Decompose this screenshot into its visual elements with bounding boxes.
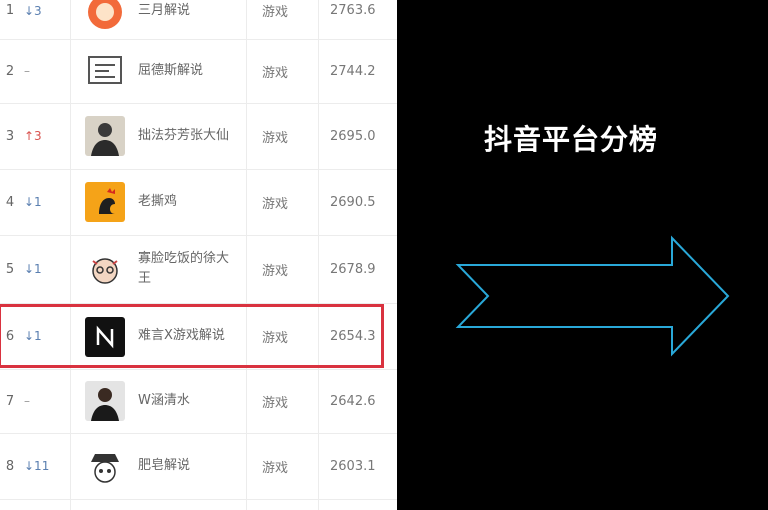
category-label: 游戏	[262, 263, 289, 279]
table-row[interactable]: 1 ↓3 三月解说 游戏 2763.6	[0, 0, 397, 40]
rank-change: ↑3	[24, 129, 42, 143]
anchor-name[interactable]: 老撕鸡	[138, 169, 238, 235]
column-divider	[318, 0, 319, 510]
table-row[interactable]: 8 ↓11 肥皂解说 游戏 2603.1	[0, 433, 397, 500]
score-value: 2678.9	[330, 261, 376, 277]
rooster-avatar-icon	[85, 182, 125, 222]
score-value: 2744.2	[330, 63, 376, 79]
rank-change: ↓1	[24, 195, 42, 209]
anchor-name[interactable]: 拙法芬芳张大仙	[138, 103, 238, 169]
rank-number: 2	[5, 63, 15, 79]
cartoon-avatar-icon	[85, 249, 125, 289]
table-row[interactable]: 2 – 屈德斯解说 游戏 2744.2	[0, 39, 397, 104]
platform-title: 抖音平台分榜	[484, 123, 659, 156]
score-value: 2642.6	[330, 393, 376, 409]
category-label: 游戏	[262, 196, 289, 212]
rank-change: ↓11	[24, 459, 50, 473]
red-circle-avatar-icon	[85, 0, 125, 32]
rank-change: ↓1	[24, 262, 42, 276]
anchor-name[interactable]: 屈德斯解说	[138, 39, 238, 103]
category-label: 游戏	[262, 460, 289, 476]
leaderboard-panel: 1 ↓3 三月解说 游戏 2763.6 2 – 屈德斯解说 游戏 2744.2 …	[0, 0, 397, 510]
score-value: 2690.5	[330, 194, 376, 210]
anchor-name[interactable]: 肥皂解说	[138, 433, 238, 499]
rank-change: ↓3	[24, 3, 42, 18]
table-row[interactable]: 4 ↓1 老撕鸡 游戏 2690.5	[0, 169, 397, 236]
person-photo-avatar-icon	[85, 381, 125, 421]
column-divider	[246, 0, 247, 510]
category-label: 游戏	[262, 5, 289, 20]
anchor-name[interactable]: 三月解说	[138, 0, 238, 39]
text-logo-avatar-icon	[85, 51, 125, 91]
rank-number: 5	[5, 261, 15, 277]
rank-number: 4	[5, 194, 15, 210]
arrow-right-icon	[455, 235, 730, 357]
column-divider	[70, 0, 71, 510]
rank-change: –	[24, 64, 30, 78]
table-row[interactable]: 3 ↑3 拙法芬芳张大仙 游戏 2695.0	[0, 103, 397, 170]
highlight-box	[0, 304, 384, 368]
category-label: 游戏	[262, 395, 289, 411]
person-photo-avatar-icon	[85, 116, 125, 156]
table-row[interactable]: 5 ↓1 寡脸吃饭的徐大王 游戏 2678.9	[0, 235, 397, 304]
score-value: 2603.1	[330, 458, 376, 474]
category-label: 游戏	[262, 65, 289, 81]
rank-change: –	[24, 394, 30, 408]
anchor-name[interactable]: 寡脸吃饭的徐大王	[138, 235, 238, 303]
score-value: 2763.6	[330, 3, 376, 18]
rank-number: 7	[5, 393, 15, 409]
score-value: 2695.0	[330, 128, 376, 144]
rank-number: 1	[5, 3, 15, 18]
rank-number: 3	[5, 128, 15, 144]
cartoon-hat-avatar-icon	[85, 446, 125, 486]
rank-number: 8	[5, 458, 15, 474]
table-row[interactable]: 7 – W涵清水 游戏 2642.6	[0, 369, 397, 434]
anchor-name[interactable]: W涵清水	[138, 369, 238, 433]
category-label: 游戏	[262, 130, 289, 146]
